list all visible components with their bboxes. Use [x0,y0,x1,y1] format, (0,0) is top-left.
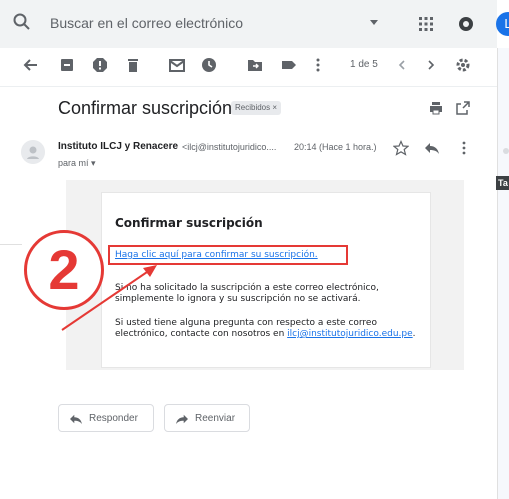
forward-label: Reenviar [195,413,236,424]
reply-icon [70,414,82,425]
forward-icon [176,414,188,425]
step-number: 2 [48,238,80,301]
forward-button[interactable]: Reenviar [164,404,250,432]
reply-button[interactable]: Responder [58,404,154,432]
reply-label: Responder [89,413,138,424]
